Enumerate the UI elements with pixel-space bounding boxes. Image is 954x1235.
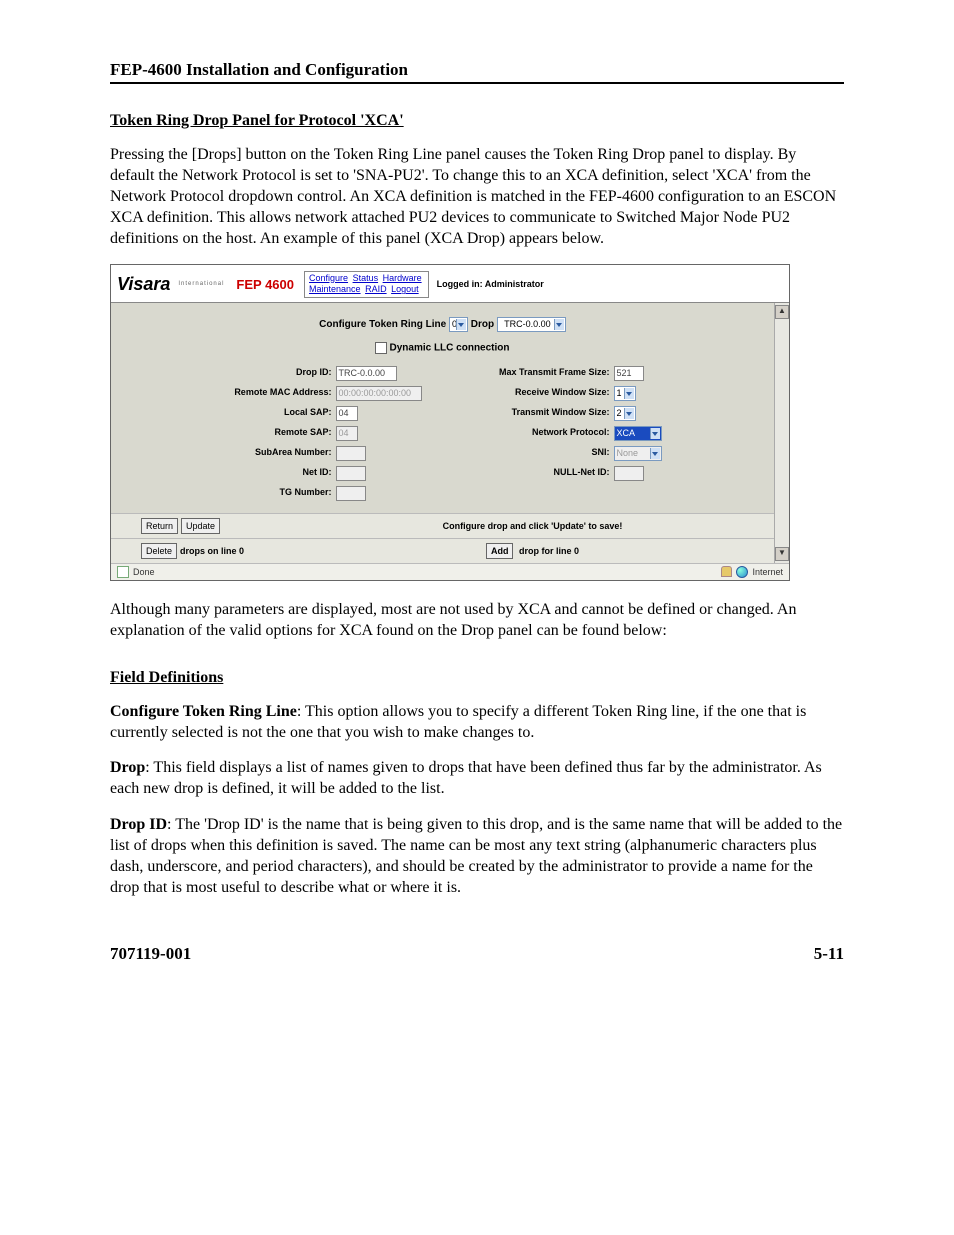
page-footer: 707119-001 5-11 <box>110 944 844 964</box>
footer-pagenum: 5-11 <box>814 944 844 964</box>
dynamic-llc-label: Dynamic LLC connection <box>389 343 509 354</box>
tws-label: Transmit Window Size: <box>460 406 610 421</box>
sni-label: SNI: <box>460 446 610 461</box>
scroll-up-icon[interactable]: ▲ <box>775 305 789 319</box>
netid-label: Net ID: <box>192 466 332 481</box>
nav-raid[interactable]: RAID <box>365 284 387 294</box>
status-zone: Internet <box>752 567 783 577</box>
lock-icon <box>721 566 732 577</box>
netid-input <box>336 466 366 481</box>
mtfs-input[interactable]: 521 <box>614 366 644 381</box>
nav-links-box: Configure Status Hardware Maintenance RA… <box>304 271 429 298</box>
panel-title-row: Configure Token Ring Line 0 Drop TRC-0.0… <box>139 317 746 332</box>
nav-status[interactable]: Status <box>353 273 379 283</box>
np-select[interactable]: XCA <box>614 426 662 441</box>
dynamic-llc-row: Dynamic LLC connection <box>139 342 746 354</box>
scrollbar[interactable]: ▲ ▼ <box>774 303 789 563</box>
tws-select[interactable]: 2 <box>614 406 636 421</box>
update-button[interactable]: Update <box>181 518 220 534</box>
add-hint: drop for line 0 <box>519 546 579 556</box>
browser-status-bar: Done Internet <box>111 563 789 580</box>
rws-label: Receive Window Size: <box>460 386 610 401</box>
sni-select: None <box>614 446 662 461</box>
embedded-browser-window: Visara International FEP 4600 Configure … <box>110 264 790 581</box>
field-definitions-heading: Field Definitions <box>110 669 844 687</box>
tg-label: TG Number: <box>192 486 332 501</box>
nav-maintenance[interactable]: Maintenance <box>309 284 361 294</box>
subarea-input <box>336 446 366 461</box>
logo-product: FEP 4600 <box>236 277 294 292</box>
save-hint: Configure drop and click 'Update' to sav… <box>321 521 744 531</box>
def-drop: Drop: This field displays a list of name… <box>110 757 844 799</box>
add-button[interactable]: Add <box>486 543 514 559</box>
logged-in-text: Logged in: Administrator <box>437 279 544 289</box>
page-icon <box>117 566 129 578</box>
rsap-label: Remote SAP: <box>192 426 332 441</box>
scroll-down-icon[interactable]: ▼ <box>775 547 789 561</box>
lsap-label: Local SAP: <box>192 406 332 421</box>
globe-icon <box>736 566 748 578</box>
action-bar: Return Update Configure drop and click '… <box>111 513 774 563</box>
nullnet-input <box>614 466 644 481</box>
rws-select[interactable]: 1 <box>614 386 636 401</box>
dynamic-llc-checkbox[interactable] <box>375 342 387 354</box>
nav-logout[interactable]: Logout <box>391 284 419 294</box>
drop-id-input[interactable]: TRC-0.0.00 <box>336 366 397 381</box>
rmac-label: Remote MAC Address: <box>192 386 332 401</box>
lsap-input[interactable]: 04 <box>336 406 358 421</box>
logo-subtext: International <box>178 281 224 287</box>
post-paragraph: Although many parameters are displayed, … <box>110 599 844 641</box>
config-panel: Configure Token Ring Line 0 Drop TRC-0.0… <box>111 303 774 563</box>
def-configure-tr-line: Configure Token Ring Line: This option a… <box>110 701 844 743</box>
return-button[interactable]: Return <box>141 518 178 534</box>
delete-button[interactable]: Delete <box>141 543 177 559</box>
logo-block: Visara International FEP 4600 <box>117 274 294 295</box>
title-prefix: Configure Token Ring Line <box>319 319 446 330</box>
delete-hint: drops on line 0 <box>180 546 244 556</box>
def-drop-id: Drop ID: The 'Drop ID' is the name that … <box>110 814 844 898</box>
tg-input <box>336 486 366 501</box>
line-select[interactable]: 0 <box>449 317 468 332</box>
intro-paragraph: Pressing the [Drops] button on the Token… <box>110 144 844 250</box>
nullnet-label: NULL-Net ID: <box>460 466 610 481</box>
form-grid: Drop ID: TRC-0.0.00 Max Transmit Frame S… <box>139 366 746 501</box>
subarea-label: SubArea Number: <box>192 446 332 461</box>
drop-id-label: Drop ID: <box>192 366 332 381</box>
nav-hardware[interactable]: Hardware <box>383 273 422 283</box>
logo-visara: Visara <box>117 274 170 295</box>
page-header: FEP-4600 Installation and Configuration <box>110 60 844 84</box>
status-done: Done <box>133 567 155 577</box>
mtfs-label: Max Transmit Frame Size: <box>460 366 610 381</box>
np-label: Network Protocol: <box>460 426 610 441</box>
footer-docnum: 707119-001 <box>110 944 191 964</box>
rsap-input: 04 <box>336 426 358 441</box>
drop-select[interactable]: TRC-0.0.00 <box>497 317 566 332</box>
nav-configure[interactable]: Configure <box>309 273 348 283</box>
rmac-input: 00:00:00:00:00:00 <box>336 386 422 401</box>
app-header-bar: Visara International FEP 4600 Configure … <box>111 265 789 303</box>
title-mid: Drop <box>471 319 494 330</box>
section-title: Token Ring Drop Panel for Protocol 'XCA' <box>110 112 844 130</box>
